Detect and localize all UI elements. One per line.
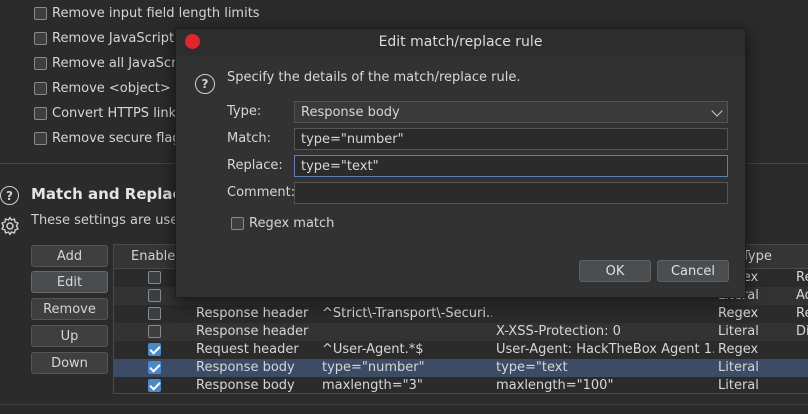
row-comment: Re: [796, 306, 808, 321]
option-remove-object-tags[interactable]: Remove <object> tag: [34, 79, 196, 97]
remove-button[interactable]: Remove: [31, 298, 108, 320]
option-remove-all-javascript[interactable]: Remove all JavaScrip: [34, 54, 188, 72]
option-checkbox[interactable]: [34, 56, 47, 70]
ok-button[interactable]: OK: [579, 260, 651, 282]
help-icon: ?: [195, 74, 215, 94]
row-replace: type="text: [496, 360, 568, 375]
row-item: Response body: [196, 378, 295, 393]
match-label: Match:: [227, 131, 272, 146]
down-button[interactable]: Down: [31, 352, 108, 374]
option-checkbox[interactable]: [34, 31, 47, 45]
match-input[interactable]: type="number": [294, 128, 728, 150]
option-remove-input-length[interactable]: Remove input field length limits: [34, 4, 260, 22]
option-label: Convert HTTPS links: [52, 105, 183, 121]
type-select-value: Response body: [301, 105, 400, 120]
dialog-title: Edit match/replace rule: [378, 34, 543, 50]
table-row[interactable]: Response body maxlength="3" maxlength="1…: [114, 377, 808, 393]
option-checkbox[interactable]: [34, 131, 47, 145]
gear-icon[interactable]: [0, 216, 20, 236]
up-button[interactable]: Up: [31, 325, 108, 347]
option-checkbox[interactable]: [34, 81, 47, 95]
regex-match-checkbox[interactable]: [231, 217, 244, 230]
row-match: type="number": [322, 360, 425, 375]
row-item: Response header: [196, 324, 309, 339]
chevron-down-icon: [711, 105, 723, 117]
regex-match-option[interactable]: Regex match: [231, 216, 334, 231]
row-enabled-checkbox[interactable]: [148, 289, 161, 302]
row-type: Regex: [718, 342, 759, 357]
row-type: Regex: [718, 306, 759, 321]
regex-match-label: Regex match: [249, 216, 335, 231]
row-replace: maxlength="100": [496, 378, 614, 393]
row-comment: Ad: [796, 288, 808, 303]
edit-button[interactable]: Edit: [31, 271, 108, 293]
type-select[interactable]: Response body: [294, 101, 728, 123]
row-type: Literal: [718, 378, 759, 393]
row-item: Response header: [196, 306, 309, 321]
section-description: These settings are used t: [31, 213, 196, 228]
row-match: ^User-Agent.*$: [322, 342, 424, 357]
comment-input[interactable]: [294, 182, 728, 204]
row-type: Literal: [718, 324, 759, 339]
replace-label: Replace:: [227, 158, 283, 173]
row-match: maxlength="3": [322, 378, 423, 393]
option-checkbox[interactable]: [34, 106, 47, 120]
header-type[interactable]: Type: [742, 249, 772, 264]
edit-rule-dialog: Edit match/replace rule ? Specify the de…: [175, 28, 746, 298]
help-icon[interactable]: ?: [0, 186, 19, 205]
row-replace: X-XSS-Protection: 0: [496, 324, 621, 339]
row-enabled-checkbox[interactable]: [148, 271, 161, 284]
option-label: Remove input field length limits: [52, 5, 260, 21]
row-enabled-checkbox[interactable]: [148, 361, 161, 374]
option-remove-javascript-forms[interactable]: Remove JavaScript fo: [34, 29, 191, 47]
horizontal-scrollbar[interactable]: [0, 404, 808, 414]
row-match: ^Strict\-Transport\-Securi...: [322, 306, 492, 321]
row-replace: User-Agent: HackTheBox Agent 1.0: [496, 342, 714, 357]
row-enabled-checkbox[interactable]: [148, 343, 161, 356]
row-type: Literal: [718, 360, 759, 375]
row-enabled-checkbox[interactable]: [148, 379, 161, 392]
section-title: Match and Replace: [31, 185, 192, 203]
table-row-selected[interactable]: Response body type="number" type="text L…: [114, 359, 808, 377]
dialog-titlebar[interactable]: Edit match/replace rule: [176, 29, 745, 56]
option-label: Remove secure flag fr: [52, 130, 195, 146]
dialog-description: Specify the details of the match/replace…: [227, 70, 521, 85]
option-label: Remove JavaScript fo: [52, 30, 191, 46]
table-row[interactable]: Response header X-XSS-Protection: 0 Lite…: [114, 323, 808, 341]
row-comment: Di: [796, 324, 808, 339]
table-row[interactable]: Response header ^Strict\-Transport\-Secu…: [114, 305, 808, 323]
comment-label: Comment:: [227, 185, 296, 200]
cancel-button[interactable]: Cancel: [657, 260, 729, 282]
row-comment: Re: [796, 270, 808, 285]
option-checkbox[interactable]: [34, 6, 47, 20]
table-row[interactable]: Request header ^User-Agent.*$ User-Agent…: [114, 341, 808, 359]
replace-input[interactable]: type="text": [294, 155, 728, 177]
row-item: Request header: [196, 342, 299, 357]
option-convert-https[interactable]: Convert HTTPS links: [34, 104, 183, 122]
option-label: Remove all JavaScrip: [52, 55, 189, 71]
option-remove-secure-flag[interactable]: Remove secure flag fr: [34, 129, 195, 147]
row-enabled-checkbox[interactable]: [148, 325, 161, 338]
row-enabled-checkbox[interactable]: [148, 307, 161, 320]
row-item: Response body: [196, 360, 295, 375]
type-label: Type:: [227, 104, 262, 119]
add-button[interactable]: Add: [31, 245, 108, 267]
